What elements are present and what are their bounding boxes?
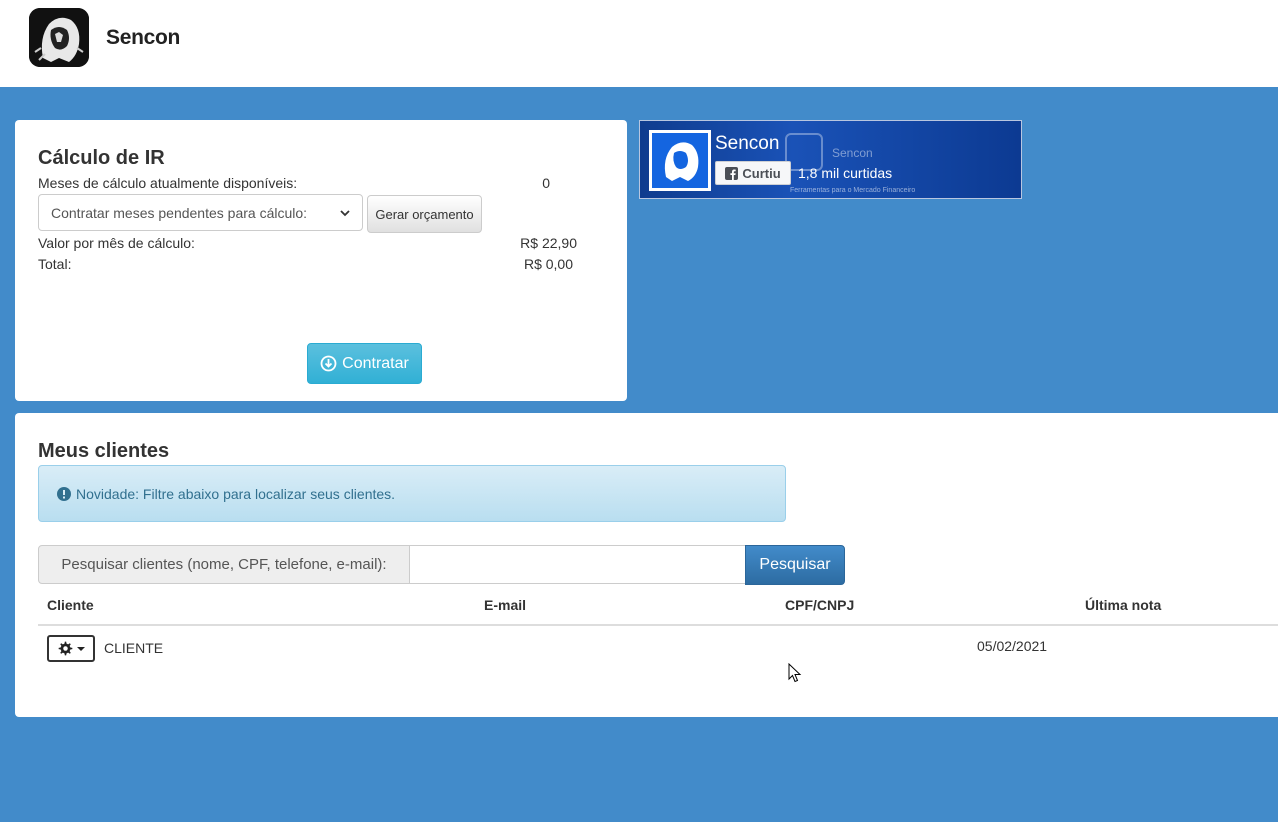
row-actions-dropdown-button[interactable] — [47, 635, 95, 662]
table-header-divider — [38, 624, 1278, 626]
alert-text: Novidade: Filtre abaixo para localizar s… — [76, 485, 396, 502]
caret-down-icon — [76, 646, 85, 651]
column-header-cpf-cnpj[interactable]: CPF/CNPJ — [785, 597, 854, 613]
months-available-value: 0 — [542, 175, 550, 191]
facebook-page-name[interactable]: Sencon — [715, 133, 779, 155]
contract-button[interactable]: Contratar — [307, 343, 422, 384]
column-header-ultima-nota[interactable]: Última nota — [1085, 597, 1161, 613]
page-thumbnail[interactable] — [649, 130, 711, 191]
price-per-month-label: Valor por mês de cálculo: — [38, 235, 195, 251]
pending-months-select[interactable]: Contratar meses pendentes para cálculo: — [38, 194, 363, 231]
mouse-cursor-icon — [788, 663, 802, 683]
info-alert: Novidade: Filtre abaixo para localizar s… — [38, 465, 786, 522]
ir-calculation-panel: Cálculo de IR Meses de cálculo atualment… — [15, 120, 627, 401]
facebook-like-button[interactable]: Curtiu — [715, 161, 791, 185]
cover-tagline: Ferramentas para o Mercado Financeiro — [790, 187, 916, 194]
total-label: Total: — [38, 256, 72, 272]
chevron-down-icon — [340, 209, 350, 216]
months-available-label: Meses de cálculo atualmente disponíveis: — [38, 175, 298, 191]
cover-name: Sencon — [832, 146, 873, 160]
column-header-email[interactable]: E-mail — [484, 597, 526, 613]
clients-title: Meus clientes — [38, 440, 170, 462]
gear-icon — [58, 641, 72, 656]
clients-panel: Meus clientes Novidade: Filtre abaixo pa… — [15, 413, 1278, 717]
price-per-month-value: R$ 22,90 — [520, 235, 577, 251]
lion-logo-icon[interactable] — [29, 8, 89, 67]
select-value: Contratar meses pendentes para cálculo: — [51, 204, 308, 221]
facebook-like-label: Curtiu — [742, 165, 781, 181]
search-label: Pesquisar clientes (nome, CPF, telefone,… — [38, 545, 410, 584]
facebook-likes-count: 1,8 mil curtidas — [798, 165, 893, 181]
client-name-cell[interactable]: CLIENTE — [104, 640, 163, 656]
facebook-icon — [725, 166, 739, 180]
exclamation-circle-icon — [57, 486, 71, 501]
lion-logo-icon — [664, 142, 699, 181]
total-value: R$ 0,00 — [523, 256, 573, 272]
client-last-note-cell: 05/02/2021 — [977, 638, 1048, 654]
top-bar: Sencon — [0, 0, 1278, 87]
facebook-page-widget[interactable]: Sencon Ferramentas para o Mercado Financ… — [639, 120, 1022, 199]
contract-button-label: Contratar — [342, 354, 409, 372]
ir-title: Cálculo de IR — [38, 147, 165, 169]
download-circle-icon — [320, 355, 337, 372]
column-header-cliente[interactable]: Cliente — [47, 597, 94, 613]
brand-name: Sencon — [106, 26, 181, 49]
generate-budget-button[interactable]: Gerar orçamento — [367, 195, 482, 233]
search-button[interactable]: Pesquisar — [745, 545, 845, 585]
client-search-input[interactable] — [409, 545, 746, 584]
